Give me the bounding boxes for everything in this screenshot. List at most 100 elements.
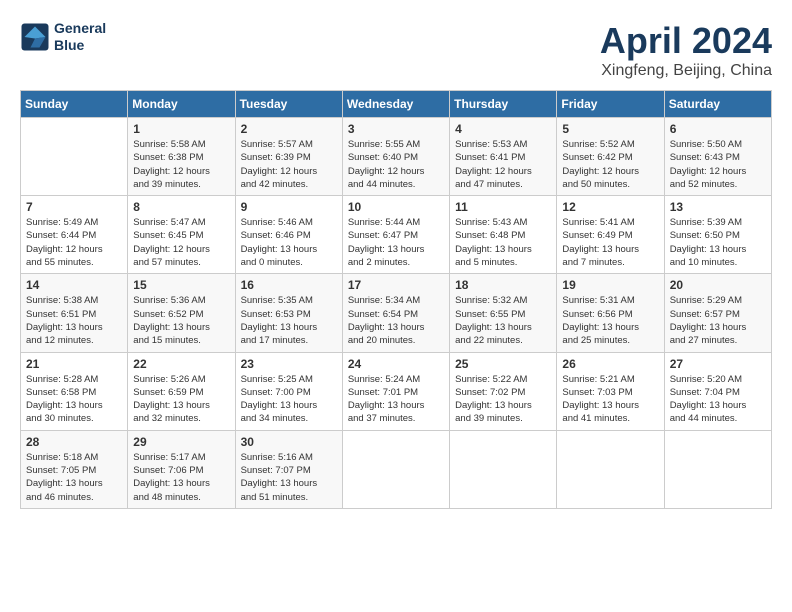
day-info: Sunrise: 5:41 AM Sunset: 6:49 PM Dayligh… <box>562 216 658 269</box>
day-number: 17 <box>348 278 444 292</box>
week-row-1: 7 Sunrise: 5:49 AM Sunset: 6:44 PM Daylig… <box>21 196 772 274</box>
day-number: 7 <box>26 200 122 214</box>
calendar-cell: 24 Sunrise: 5:24 AM Sunset: 7:01 PM Dayli… <box>342 352 449 430</box>
day-number: 15 <box>133 278 229 292</box>
calendar-cell: 4 Sunrise: 5:53 AM Sunset: 6:41 PM Daylig… <box>450 118 557 196</box>
day-number: 18 <box>455 278 551 292</box>
month-title: April 2024 <box>600 20 772 62</box>
header-day-tuesday: Tuesday <box>235 91 342 118</box>
day-info: Sunrise: 5:46 AM Sunset: 6:46 PM Dayligh… <box>241 216 337 269</box>
week-row-2: 14Sunrise: 5:38 AM Sunset: 6:51 PM Dayli… <box>21 274 772 352</box>
day-number: 23 <box>241 357 337 371</box>
header-day-saturday: Saturday <box>664 91 771 118</box>
calendar-cell: 11Sunrise: 5:43 AM Sunset: 6:48 PM Dayli… <box>450 196 557 274</box>
calendar-cell <box>557 430 664 508</box>
day-info: Sunrise: 5:36 AM Sunset: 6:52 PM Dayligh… <box>133 294 229 347</box>
calendar-body: 1 Sunrise: 5:58 AM Sunset: 6:38 PM Daylig… <box>21 118 772 509</box>
calendar-cell: 8 Sunrise: 5:47 AM Sunset: 6:45 PM Daylig… <box>128 196 235 274</box>
header-day-wednesday: Wednesday <box>342 91 449 118</box>
location-title: Xingfeng, Beijing, China <box>600 62 772 80</box>
day-number: 8 <box>133 200 229 214</box>
calendar-cell: 21 Sunrise: 5:28 AM Sunset: 6:58 PM Dayli… <box>21 352 128 430</box>
day-info: Sunrise: 5:31 AM Sunset: 6:56 PM Dayligh… <box>562 294 658 347</box>
week-row-0: 1 Sunrise: 5:58 AM Sunset: 6:38 PM Daylig… <box>21 118 772 196</box>
title-area: April 2024 Xingfeng, Beijing, China <box>600 20 772 80</box>
day-number: 25 <box>455 357 551 371</box>
day-number: 9 <box>241 200 337 214</box>
day-info: Sunrise: 5:22 AM Sunset: 7:02 PM Dayligh… <box>455 373 551 426</box>
calendar-cell: 7 Sunrise: 5:49 AM Sunset: 6:44 PM Daylig… <box>21 196 128 274</box>
header: General Blue April 2024 Xingfeng, Beijin… <box>20 20 772 80</box>
logo-text: General Blue <box>54 20 106 54</box>
calendar-cell: 18 Sunrise: 5:32 AM Sunset: 6:55 PM Dayli… <box>450 274 557 352</box>
week-row-4: 28 Sunrise: 5:18 AM Sunset: 7:05 PM Dayli… <box>21 430 772 508</box>
day-number: 29 <box>133 435 229 449</box>
day-number: 21 <box>26 357 122 371</box>
calendar-cell <box>342 430 449 508</box>
calendar-cell: 15 Sunrise: 5:36 AM Sunset: 6:52 PM Dayli… <box>128 274 235 352</box>
day-number: 12 <box>562 200 658 214</box>
day-info: Sunrise: 5:16 AM Sunset: 7:07 PM Dayligh… <box>241 451 337 504</box>
day-number: 1 <box>133 122 229 136</box>
calendar-cell: 13 Sunrise: 5:39 AM Sunset: 6:50 PM Dayli… <box>664 196 771 274</box>
header-day-friday: Friday <box>557 91 664 118</box>
day-info: Sunrise: 5:34 AM Sunset: 6:54 PM Dayligh… <box>348 294 444 347</box>
day-info: Sunrise: 5:25 AM Sunset: 7:00 PM Dayligh… <box>241 373 337 426</box>
calendar-cell: 20 Sunrise: 5:29 AM Sunset: 6:57 PM Dayli… <box>664 274 771 352</box>
day-info: Sunrise: 5:35 AM Sunset: 6:53 PM Dayligh… <box>241 294 337 347</box>
logo-icon <box>20 22 50 52</box>
calendar-cell: 9 Sunrise: 5:46 AM Sunset: 6:46 PM Daylig… <box>235 196 342 274</box>
calendar-cell: 19 Sunrise: 5:31 AM Sunset: 6:56 PM Dayli… <box>557 274 664 352</box>
day-number: 11 <box>455 200 551 214</box>
calendar-header: SundayMondayTuesdayWednesdayThursdayFrid… <box>21 91 772 118</box>
day-info: Sunrise: 5:39 AM Sunset: 6:50 PM Dayligh… <box>670 216 766 269</box>
day-number: 26 <box>562 357 658 371</box>
calendar-cell: 17 Sunrise: 5:34 AM Sunset: 6:54 PM Dayli… <box>342 274 449 352</box>
day-number: 20 <box>670 278 766 292</box>
day-info: Sunrise: 5:58 AM Sunset: 6:38 PM Dayligh… <box>133 138 229 191</box>
header-day-sunday: Sunday <box>21 91 128 118</box>
calendar-cell: 28 Sunrise: 5:18 AM Sunset: 7:05 PM Dayli… <box>21 430 128 508</box>
day-info: Sunrise: 5:50 AM Sunset: 6:43 PM Dayligh… <box>670 138 766 191</box>
day-number: 3 <box>348 122 444 136</box>
calendar-cell: 30 Sunrise: 5:16 AM Sunset: 7:07 PM Dayli… <box>235 430 342 508</box>
day-info: Sunrise: 5:49 AM Sunset: 6:44 PM Dayligh… <box>26 216 122 269</box>
calendar-cell: 22 Sunrise: 5:26 AM Sunset: 6:59 PM Dayli… <box>128 352 235 430</box>
day-number: 27 <box>670 357 766 371</box>
day-number: 16 <box>241 278 337 292</box>
calendar-table: SundayMondayTuesdayWednesdayThursdayFrid… <box>20 90 772 509</box>
day-number: 24 <box>348 357 444 371</box>
day-number: 10 <box>348 200 444 214</box>
day-number: 4 <box>455 122 551 136</box>
day-info: Sunrise: 5:20 AM Sunset: 7:04 PM Dayligh… <box>670 373 766 426</box>
day-info: Sunrise: 5:26 AM Sunset: 6:59 PM Dayligh… <box>133 373 229 426</box>
calendar-cell <box>664 430 771 508</box>
calendar-cell: 23 Sunrise: 5:25 AM Sunset: 7:00 PM Dayli… <box>235 352 342 430</box>
day-info: Sunrise: 5:28 AM Sunset: 6:58 PM Dayligh… <box>26 373 122 426</box>
calendar-cell <box>21 118 128 196</box>
day-info: Sunrise: 5:18 AM Sunset: 7:05 PM Dayligh… <box>26 451 122 504</box>
day-number: 19 <box>562 278 658 292</box>
day-number: 30 <box>241 435 337 449</box>
calendar-cell: 5Sunrise: 5:52 AM Sunset: 6:42 PM Daylig… <box>557 118 664 196</box>
day-info: Sunrise: 5:21 AM Sunset: 7:03 PM Dayligh… <box>562 373 658 426</box>
week-row-3: 21 Sunrise: 5:28 AM Sunset: 6:58 PM Dayli… <box>21 352 772 430</box>
day-number: 13 <box>670 200 766 214</box>
logo: General Blue <box>20 20 106 54</box>
day-number: 28 <box>26 435 122 449</box>
calendar-cell: 2Sunrise: 5:57 AM Sunset: 6:39 PM Daylig… <box>235 118 342 196</box>
calendar-cell: 6Sunrise: 5:50 AM Sunset: 6:43 PM Daylig… <box>664 118 771 196</box>
day-number: 22 <box>133 357 229 371</box>
day-info: Sunrise: 5:29 AM Sunset: 6:57 PM Dayligh… <box>670 294 766 347</box>
day-info: Sunrise: 5:24 AM Sunset: 7:01 PM Dayligh… <box>348 373 444 426</box>
day-info: Sunrise: 5:53 AM Sunset: 6:41 PM Dayligh… <box>455 138 551 191</box>
day-info: Sunrise: 5:52 AM Sunset: 6:42 PM Dayligh… <box>562 138 658 191</box>
header-day-monday: Monday <box>128 91 235 118</box>
calendar-cell: 10 Sunrise: 5:44 AM Sunset: 6:47 PM Dayli… <box>342 196 449 274</box>
calendar-cell: 25 Sunrise: 5:22 AM Sunset: 7:02 PM Dayli… <box>450 352 557 430</box>
calendar-cell: 26 Sunrise: 5:21 AM Sunset: 7:03 PM Dayli… <box>557 352 664 430</box>
day-info: Sunrise: 5:47 AM Sunset: 6:45 PM Dayligh… <box>133 216 229 269</box>
calendar-cell: 1 Sunrise: 5:58 AM Sunset: 6:38 PM Daylig… <box>128 118 235 196</box>
day-info: Sunrise: 5:32 AM Sunset: 6:55 PM Dayligh… <box>455 294 551 347</box>
day-info: Sunrise: 5:44 AM Sunset: 6:47 PM Dayligh… <box>348 216 444 269</box>
